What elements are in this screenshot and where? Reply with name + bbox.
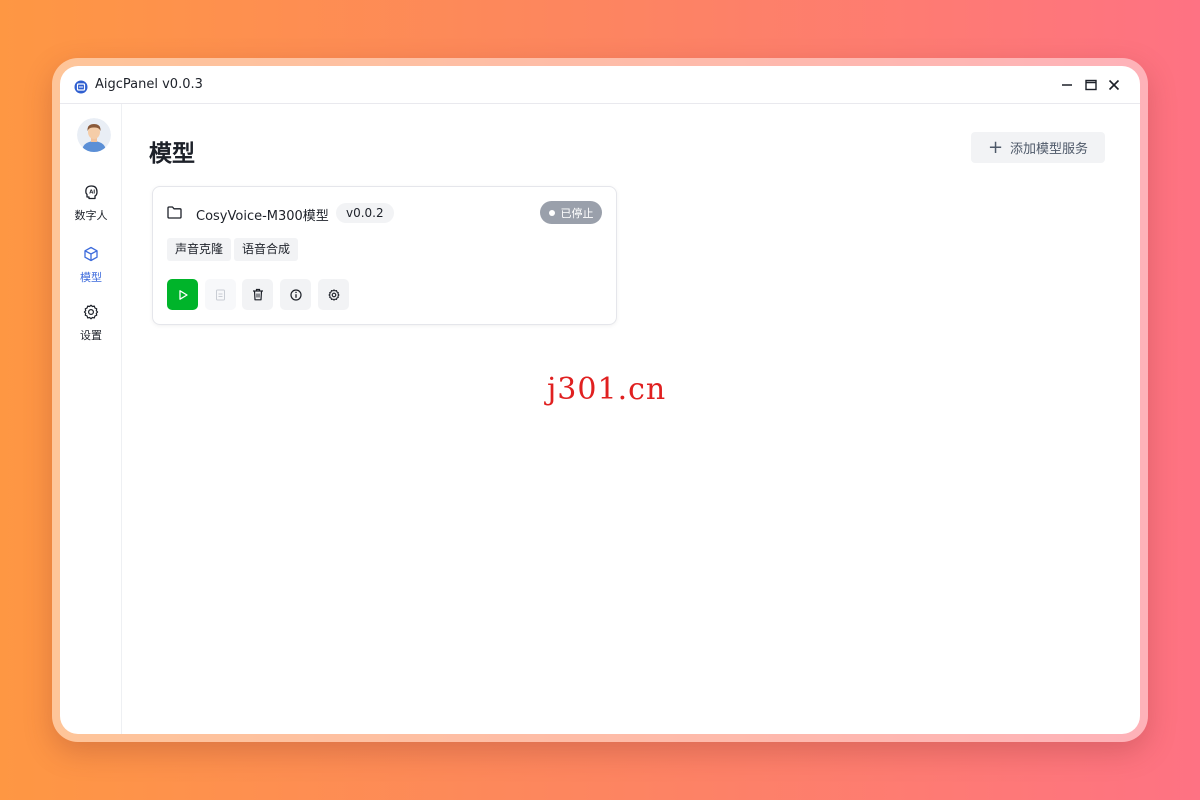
tag-voice-clone: 声音克隆 bbox=[167, 238, 232, 261]
gear-icon bbox=[83, 304, 99, 320]
sidebar-item-models[interactable]: 模型 bbox=[60, 246, 122, 285]
status-dot-icon bbox=[548, 209, 555, 216]
window-title: AigcPanel v0.0.3 bbox=[95, 77, 203, 92]
cube-icon bbox=[84, 246, 98, 262]
plus-icon: + bbox=[987, 136, 1004, 158]
play-icon bbox=[178, 289, 188, 300]
sidebar: AI 数字人 模型 设置 bbox=[60, 104, 122, 734]
page-title: 模型 bbox=[149, 141, 195, 167]
sidebar-item-settings[interactable]: 设置 bbox=[60, 304, 122, 343]
log-button[interactable] bbox=[205, 279, 236, 310]
model-name: CosyVoice-M300模型 bbox=[196, 209, 329, 224]
ai-head-icon: AI bbox=[85, 185, 98, 200]
add-model-service-button[interactable]: + 添加模型服务 bbox=[971, 132, 1105, 163]
svg-text:AI: AI bbox=[89, 190, 95, 196]
app-window: AigcPanel v0.0.3 AI 数字人 模型 设置 模型 + 添加模型服… bbox=[60, 66, 1140, 734]
user-avatar-icon bbox=[77, 118, 111, 152]
close-icon bbox=[1108, 79, 1120, 91]
trash-icon bbox=[252, 288, 263, 301]
info-button[interactable] bbox=[280, 279, 311, 310]
minimize-icon bbox=[1062, 84, 1072, 86]
model-card: CosyVoice-M300模型 v0.0.2 已停止 声音克隆 语音合成 bbox=[152, 186, 617, 325]
status-label: 已停止 bbox=[560, 206, 594, 220]
settings-button[interactable] bbox=[318, 279, 349, 310]
status-badge: 已停止 bbox=[540, 201, 602, 224]
watermark: j301.cn bbox=[547, 372, 667, 407]
tag-speech-synthesis: 语音合成 bbox=[234, 238, 299, 261]
title-bar: AigcPanel v0.0.3 bbox=[60, 66, 1140, 104]
info-icon bbox=[289, 288, 302, 301]
document-icon bbox=[216, 289, 225, 300]
close-button[interactable] bbox=[1104, 75, 1124, 95]
add-model-service-label: 添加模型服务 bbox=[1010, 142, 1089, 157]
gear-icon bbox=[327, 288, 340, 301]
minimize-button[interactable] bbox=[1057, 75, 1077, 95]
sidebar-item-label: 数字人 bbox=[74, 209, 108, 222]
avatar[interactable] bbox=[77, 118, 111, 152]
maximize-icon bbox=[1085, 79, 1097, 91]
sidebar-item-digital-human[interactable]: AI 数字人 bbox=[60, 184, 122, 223]
version-badge: v0.0.2 bbox=[336, 203, 394, 223]
app-logo-icon bbox=[74, 79, 88, 94]
delete-button[interactable] bbox=[242, 279, 273, 310]
sidebar-item-label: 设置 bbox=[80, 329, 102, 342]
maximize-button[interactable] bbox=[1081, 75, 1101, 95]
folder-icon[interactable] bbox=[167, 204, 182, 223]
sidebar-item-label: 模型 bbox=[80, 271, 102, 284]
start-button[interactable] bbox=[167, 279, 198, 310]
